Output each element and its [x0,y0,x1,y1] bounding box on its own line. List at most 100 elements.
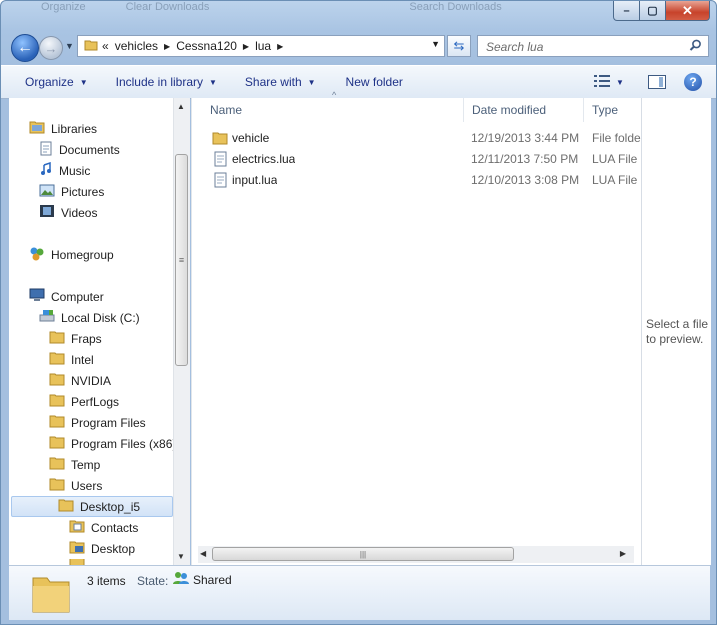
sidebar-item-music[interactable]: Music [39,160,90,181]
close-button[interactable]: ✕ [666,1,710,21]
minimize-button[interactable]: – [613,1,640,21]
toolbar-right: ▼ ? [594,66,716,98]
file-row[interactable]: input.lua 12/10/2013 3:08 PM LUA File [192,170,641,191]
command-bar: Organize ▼ Include in library ▼ Share with… [1,65,716,99]
breadcrumb-separator-icon[interactable]: ▶ [243,42,249,51]
breadcrumb-separator-icon[interactable]: ▶ [164,42,170,51]
sidebar-item-program-files[interactable]: Program Files [49,412,146,433]
column-type[interactable]: Type [584,98,641,122]
sidebar-item-label: Desktop [91,541,136,556]
scroll-left-icon[interactable]: ◀ [200,549,206,558]
sidebar-item-pictures[interactable]: Pictures [39,181,104,202]
close-icon: ✕ [682,2,693,18]
scroll-up-icon[interactable]: ▲ [177,102,185,111]
sidebar-item-intel[interactable]: Intel [49,349,94,370]
search-input[interactable] [484,37,688,57]
file-row[interactable]: electrics.lua 12/11/2013 7:50 PM LUA Fil… [192,149,641,170]
new-folder-label: New folder [345,75,403,89]
back-button[interactable]: ← [11,34,39,62]
sidebar-item-label: Intel [71,352,94,367]
state-label: State: [137,574,169,588]
scrollbar-thumb[interactable]: ||| [212,547,514,561]
breadcrumb-separator-icon[interactable]: ▶ [277,42,283,51]
sidebar-item-computer[interactable]: Computer [29,286,104,307]
sidebar-item-perflogs[interactable]: PerfLogs [49,391,119,412]
sidebar-item-label: PerfLogs [71,394,120,409]
recent-pages-dropdown[interactable]: ▼ [65,41,74,51]
file-type: File folder [592,131,641,145]
change-view-button[interactable]: ▼ [594,74,634,90]
breadcrumb-item-vehicles[interactable]: vehicles [115,39,158,53]
scrollbar-thumb[interactable]: ≡ [175,154,188,366]
search-box [477,35,709,57]
lua-file-icon [214,151,227,172]
lua-file-icon [214,172,227,193]
preview-pane-button[interactable] [648,75,666,89]
sidebar-item-videos[interactable]: Videos [39,202,97,223]
desktop-folder-icon [69,540,85,557]
refresh-button[interactable]: ⇆ [447,35,471,57]
file-date: 12/11/2013 7:50 PM [471,152,579,166]
sidebar-item-users[interactable]: Users [49,475,102,496]
folder-icon [49,477,65,494]
sidebar-item-desktop-i5[interactable]: Desktop_i5 [11,496,173,517]
chevron-down-icon[interactable]: ▼ [616,78,624,87]
navigation-pane: Libraries Documents Music Pictures Video… [9,98,189,565]
file-list-horizontal-scrollbar[interactable]: ◀ ||| ▶ [198,546,634,563]
sidebar-item-desktop[interactable]: Desktop [69,538,135,559]
refresh-icon: ⇆ [453,38,465,53]
title-bar[interactable]: Organize Clear Downloads Search Download… [1,1,716,31]
new-folder-button[interactable]: New folder [346,75,403,89]
file-name: vehicle [232,131,270,145]
help-button[interactable]: ? [684,73,702,91]
sidebar-item-label: Program Files [71,415,146,430]
breadcrumb-item-lua[interactable]: lua [255,39,271,53]
sidebar-item-label: Videos [61,205,98,220]
minimize-icon: – [623,4,630,17]
sidebar-item-local-disk[interactable]: Local Disk (C:) [39,307,140,328]
navigation-row: ← → ▼ « vehicles ▶ Cessna120 ▶ lua ▶ ▼ ⇆ [1,31,716,65]
sidebar-item-libraries[interactable]: Libraries [29,118,97,139]
folder-icon [49,351,65,368]
scroll-right-icon[interactable]: ▶ [620,549,626,558]
include-in-library-button[interactable]: Include in library ▼ [116,75,217,89]
file-date: 12/10/2013 3:08 PM [471,173,580,187]
sidebar-item-contacts[interactable]: Contacts [69,517,138,538]
breadcrumb-item-cessna120[interactable]: Cessna120 [176,39,237,53]
maximize-button[interactable]: ▢ [640,1,666,21]
column-date-modified[interactable]: Date modified [464,98,584,122]
organize-button[interactable]: Organize ▼ [25,75,88,89]
libraries-icon [29,120,45,137]
sidebar-item-label: Homegroup [51,247,114,262]
homegroup-icon [29,246,45,264]
forward-button[interactable]: → [39,36,63,60]
sidebar-item-homegroup[interactable]: Homegroup [29,244,114,265]
file-date: 12/19/2013 3:44 PM [471,131,580,145]
details-pane: 3 items State: Shared [9,565,710,620]
shared-users-icon [173,571,189,588]
search-icon[interactable] [689,39,702,55]
file-name: input.lua [232,173,278,187]
file-list-pane: ^ Name Date modified Type vehicle 12/19/… [191,90,641,565]
sidebar-item-label: NVIDIA [71,373,112,388]
column-name[interactable]: Name [202,98,464,122]
sidebar-item-program-files-x86[interactable]: Program Files (x86) [49,433,176,454]
sidebar-item-fraps[interactable]: Fraps [49,328,102,349]
preview-pane: Select a file to preview. [641,98,711,565]
folder-icon [49,414,65,431]
scroll-down-icon[interactable]: ▼ [177,552,185,561]
share-with-button[interactable]: Share with ▼ [245,75,316,89]
breadcrumb-overflow[interactable]: « [102,39,109,53]
sidebar-item-label: Music [59,163,91,178]
sidebar-item-temp[interactable]: Temp [49,454,100,475]
file-row[interactable]: vehicle 12/19/2013 3:44 PM File folder [192,128,641,149]
chevron-down-icon: ▼ [307,77,316,87]
sidebar-item-nvidia[interactable]: NVIDIA [49,370,111,391]
address-bar[interactable]: « vehicles ▶ Cessna120 ▶ lua ▶ ▼ [77,35,445,57]
navigation-scrollbar[interactable]: ▲ ≡ ▼ [173,98,190,565]
address-dropdown-icon[interactable]: ▼ [431,39,440,49]
sidebar-item-label: Documents [59,142,120,157]
sidebar-item-label: Libraries [51,121,98,136]
sidebar-item-label: Users [71,478,103,493]
sidebar-item-documents[interactable]: Documents [39,139,120,160]
